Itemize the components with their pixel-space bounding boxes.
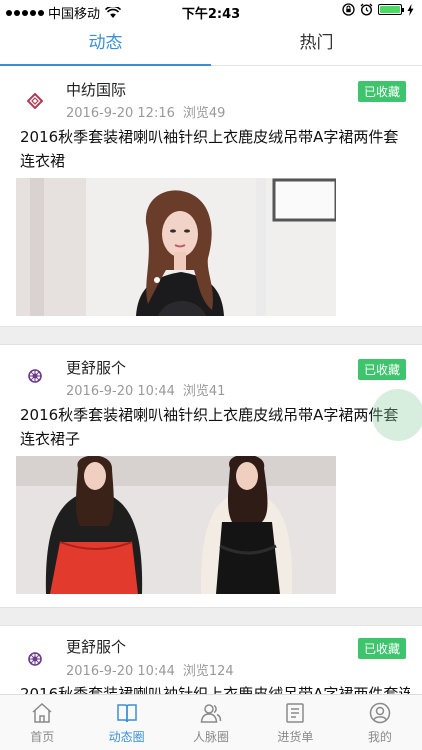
feed-post[interactable]: 更舒服个 2016-9-20 10:44 浏览124 已收藏 2016秋季套装裙喇… <box>0 626 422 694</box>
post-date: 2016-9-20 12:16 <box>66 106 175 121</box>
post-date: 2016-9-20 10:44 <box>66 664 175 679</box>
post-separator <box>0 607 422 626</box>
feed-post[interactable]: 中纺国际 2016-9-20 12:16 浏览49 已收藏 2016秋季套装裙喇叭… <box>0 67 422 326</box>
tab-hot[interactable]: 热门 <box>211 22 422 65</box>
rotation-lock-icon <box>342 3 355 16</box>
post-title[interactable]: 2016秋季套装裙喇叭袖针织上衣鹿皮绒吊带A字裙两件套连衣裙子 <box>20 403 410 451</box>
favorited-badge[interactable]: 已收藏 <box>357 359 406 380</box>
touch-indicator <box>372 389 422 441</box>
author-name[interactable]: 更舒服个 <box>66 636 126 657</box>
feed-post[interactable]: 更舒服个 2016-9-20 10:44 浏览41 已收藏 2016秋季套装裙喇叭… <box>0 345 422 607</box>
post-image[interactable] <box>16 456 336 594</box>
post-meta: 2016-9-20 10:44 浏览41 <box>66 380 225 399</box>
profile-icon <box>369 702 391 723</box>
book-icon <box>116 703 137 722</box>
bottom-tab-bar: 首页 动态圈 人脉圈 进货单 我的 <box>0 694 422 750</box>
post-separator <box>0 326 422 345</box>
avatar[interactable] <box>20 361 50 391</box>
product-photo <box>16 456 336 594</box>
author-name[interactable]: 更舒服个 <box>66 357 126 378</box>
post-date: 2016-9-20 10:44 <box>66 384 175 399</box>
nav-orders-label: 进货单 <box>277 729 314 744</box>
nav-home-label: 首页 <box>30 729 55 744</box>
order-list-icon <box>286 702 305 723</box>
contacts-icon <box>200 703 222 723</box>
nav-profile-label: 我的 <box>367 729 392 744</box>
post-image[interactable] <box>16 178 336 316</box>
brand-logo-icon <box>28 369 42 383</box>
post-meta: 2016-9-20 10:44 浏览124 <box>66 660 234 679</box>
favorited-badge[interactable]: 已收藏 <box>357 81 406 102</box>
nav-moments-label: 动态圈 <box>108 729 145 744</box>
nav-contacts[interactable]: 人脉圈 <box>169 695 253 750</box>
nav-contacts-label: 人脉圈 <box>193 729 230 744</box>
alarm-icon <box>360 3 373 16</box>
view-count: 浏览124 <box>182 664 234 679</box>
status-bar: 中国移动 下午2:43 <box>0 0 422 22</box>
post-title[interactable]: 2016秋季套装裙喇叭袖针织上衣鹿皮绒吊带A字裙两件套连衣裙 <box>20 125 410 173</box>
view-count: 浏览41 <box>182 384 226 399</box>
charging-icon <box>407 3 414 16</box>
top-tab-bar: 动态 热门 <box>0 22 422 66</box>
avatar[interactable] <box>20 86 50 116</box>
post-title[interactable]: 2016秋季套装裙喇叭袖针织上衣鹿皮绒吊带A字裙两件套连衣 <box>20 682 410 694</box>
view-count: 浏览49 <box>182 106 226 121</box>
post-meta: 2016-9-20 12:16 浏览49 <box>66 102 225 121</box>
favorited-badge[interactable]: 已收藏 <box>357 638 406 659</box>
nav-profile[interactable]: 我的 <box>338 695 422 750</box>
brand-logo-icon <box>28 652 42 666</box>
battery-icon <box>378 4 404 15</box>
avatar[interactable] <box>20 644 50 674</box>
brand-logo-icon <box>27 93 43 109</box>
nav-moments[interactable]: 动态圈 <box>84 695 168 750</box>
feed-list[interactable]: 中纺国际 2016-9-20 12:16 浏览49 已收藏 2016秋季套装裙喇叭… <box>0 67 422 694</box>
product-photo <box>16 178 336 316</box>
nav-home[interactable]: 首页 <box>0 695 84 750</box>
nav-orders[interactable]: 进货单 <box>253 695 337 750</box>
home-icon <box>32 702 52 723</box>
author-name[interactable]: 中纺国际 <box>66 79 126 100</box>
tab-dynamic[interactable]: 动态 <box>0 22 211 66</box>
